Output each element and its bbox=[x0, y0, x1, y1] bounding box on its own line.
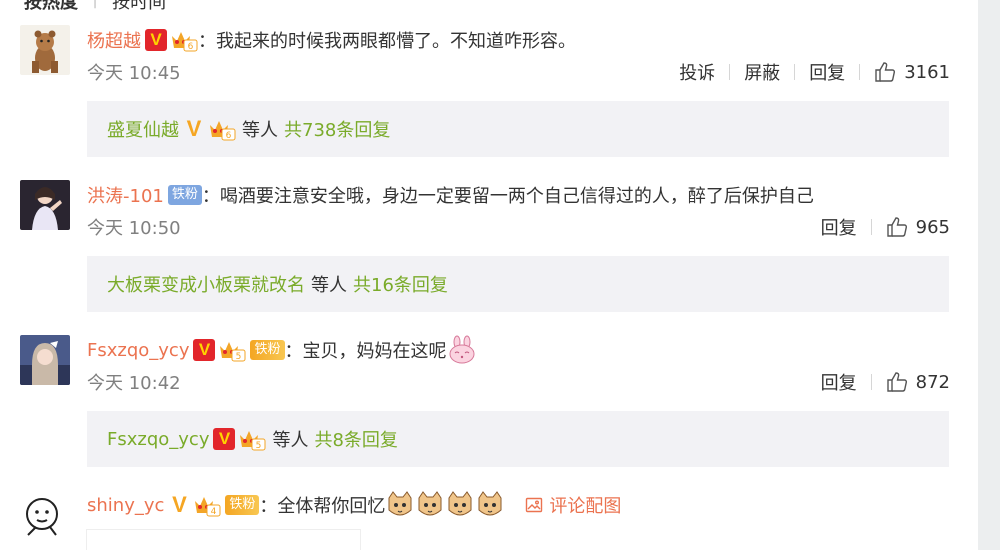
fan-badge: 铁粉 bbox=[167, 185, 202, 205]
reply-count-link[interactable]: 共738条回复 bbox=[284, 116, 390, 142]
thumbs-up-icon bbox=[886, 217, 907, 237]
comment-text: 喝酒要注意安全哦，身边一定要留一两个自己信得过的人，醉了后保护自己 bbox=[219, 186, 814, 207]
reply-count-link[interactable]: 共16条回复 bbox=[353, 271, 448, 297]
comment-item: Fsxzqo_ycy V 5 铁粉 ： 宝贝，妈妈在这呢 今天 10:42 回复… bbox=[20, 335, 950, 475]
like-button[interactable]: 965 bbox=[872, 216, 950, 238]
image-link-label: 评论配图 bbox=[549, 496, 622, 517]
cat-emoji-icon bbox=[415, 490, 445, 520]
verified-icon: V bbox=[213, 428, 236, 450]
fan-badge: 铁粉 bbox=[250, 340, 285, 360]
comment-time: 今天 10:42 bbox=[87, 373, 181, 394]
reply-button[interactable]: 回复 bbox=[795, 59, 859, 85]
reply-username[interactable]: Fsxzqo_ycy bbox=[107, 429, 209, 450]
like-count: 872 bbox=[915, 371, 950, 393]
thumbs-up-icon bbox=[875, 62, 896, 82]
cat-emoji-icon bbox=[385, 490, 415, 520]
like-count: 3161 bbox=[904, 61, 950, 83]
thumbs-up-icon bbox=[886, 372, 907, 392]
bunny-emoji-icon bbox=[447, 335, 477, 365]
level-number: 5 bbox=[256, 441, 262, 451]
image-icon bbox=[526, 497, 543, 513]
comment-time: 今天 10:45 bbox=[87, 63, 181, 84]
avatar[interactable] bbox=[20, 335, 70, 385]
comment-header: 杨超越 V 6 ： 我起来的时候我两眼都懵了。不知道咋形容。 bbox=[87, 25, 576, 55]
comment-text: 宝贝，妈妈在这呢 bbox=[302, 341, 447, 362]
crown-level-icon: 6 bbox=[170, 28, 198, 52]
crown-level-icon: 5 bbox=[218, 338, 246, 362]
report-button[interactable]: 投诉 bbox=[665, 59, 729, 85]
comment-item: 杨超越 V 6 ： 我起来的时候我两眼都懵了。不知道咋形容。 今天 10:45 … bbox=[20, 25, 950, 165]
reply-mid-text: 等人 bbox=[242, 120, 278, 141]
comment-time: 今天 10:50 bbox=[87, 218, 181, 239]
comment-header: Fsxzqo_ycy V 5 铁粉 ： 宝贝，妈妈在这呢 bbox=[87, 335, 477, 365]
like-button[interactable]: 872 bbox=[872, 371, 950, 393]
colon: ： bbox=[201, 186, 220, 207]
reply-summary[interactable]: 盛夏仙越 V 6 等人 共738条回复 bbox=[87, 101, 949, 157]
reply-button[interactable]: 回复 bbox=[807, 369, 871, 395]
verified-icon: V bbox=[186, 116, 202, 141]
cat-emoji-icon bbox=[445, 490, 475, 520]
verified-icon: V bbox=[172, 492, 187, 517]
comment-actions: 回复 872 bbox=[807, 367, 950, 397]
comment-actions: 回复 965 bbox=[807, 212, 950, 242]
tab-separator: | bbox=[92, 0, 98, 14]
crown-level-icon: 5 bbox=[238, 427, 266, 451]
comment-header: shiny_yc V 4 铁粉 ： 全体帮你回忆 评论配图 bbox=[87, 490, 621, 520]
username-link[interactable]: 洪涛-101 bbox=[87, 182, 164, 208]
colon: ： bbox=[259, 496, 278, 517]
crown-level-icon: 6 bbox=[208, 117, 236, 141]
level-number: 6 bbox=[188, 42, 194, 52]
fan-badge: 铁粉 bbox=[225, 495, 260, 515]
block-button[interactable]: 屏蔽 bbox=[730, 59, 794, 85]
colon: ： bbox=[198, 31, 216, 52]
username-link[interactable]: Fsxzqo_ycy bbox=[87, 340, 189, 361]
colon: ： bbox=[284, 341, 303, 362]
comment-actions: 投诉 屏蔽 回复 3161 bbox=[665, 57, 950, 87]
level-number: 4 bbox=[211, 507, 217, 517]
comment-image-preview[interactable] bbox=[87, 530, 360, 550]
reply-button[interactable]: 回复 bbox=[807, 214, 871, 240]
username-link[interactable]: shiny_yc bbox=[87, 495, 164, 516]
reply-summary[interactable]: 大板栗变成小板栗就改名 等人 共16条回复 bbox=[87, 256, 949, 312]
reply-count-link[interactable]: 共8条回复 bbox=[314, 426, 397, 452]
level-number: 5 bbox=[236, 352, 242, 362]
scroll-gutter bbox=[978, 0, 1000, 550]
comment-image-link[interactable]: 评论配图 bbox=[525, 492, 621, 518]
tab-sort-hot[interactable]: 按热度 bbox=[24, 0, 78, 14]
level-number: 6 bbox=[226, 131, 232, 141]
verified-icon: V bbox=[145, 29, 167, 51]
comment-text: 我起来的时候我两眼都懵了。不知道咋形容。 bbox=[216, 31, 576, 52]
like-count: 965 bbox=[915, 216, 950, 238]
reply-mid-text: 等人 bbox=[272, 430, 309, 451]
cat-emoji-icon bbox=[475, 490, 505, 520]
avatar[interactable] bbox=[20, 490, 70, 540]
sort-tabs: 按热度 | 按时间 bbox=[24, 0, 166, 14]
reply-mid-text: 等人 bbox=[311, 275, 347, 296]
reply-username[interactable]: 大板栗变成小板栗就改名 bbox=[107, 271, 305, 297]
reply-summary[interactable]: Fsxzqo_ycy V 5 等人 共8条回复 bbox=[87, 411, 949, 467]
tab-sort-time[interactable]: 按时间 bbox=[112, 0, 166, 14]
avatar[interactable] bbox=[20, 25, 70, 75]
username-link[interactable]: 杨超越 bbox=[87, 27, 141, 53]
comment-item: 洪涛-101 铁粉 ： 喝酒要注意安全哦，身边一定要留一两个自己信得过的人，醉了… bbox=[20, 180, 950, 320]
like-button[interactable]: 3161 bbox=[860, 61, 950, 83]
comment-header: 洪涛-101 铁粉 ： 喝酒要注意安全哦，身边一定要留一两个自己信得过的人，醉了… bbox=[87, 180, 814, 210]
comment-panel: 按热度 | 按时间 杨超越 V bbox=[0, 0, 978, 550]
crown-level-icon: 4 bbox=[193, 493, 221, 517]
avatar[interactable] bbox=[20, 180, 70, 230]
verified-icon: V bbox=[193, 339, 216, 361]
comment-text: 全体帮你回忆 bbox=[277, 496, 386, 517]
reply-username[interactable]: 盛夏仙越 bbox=[107, 116, 179, 142]
